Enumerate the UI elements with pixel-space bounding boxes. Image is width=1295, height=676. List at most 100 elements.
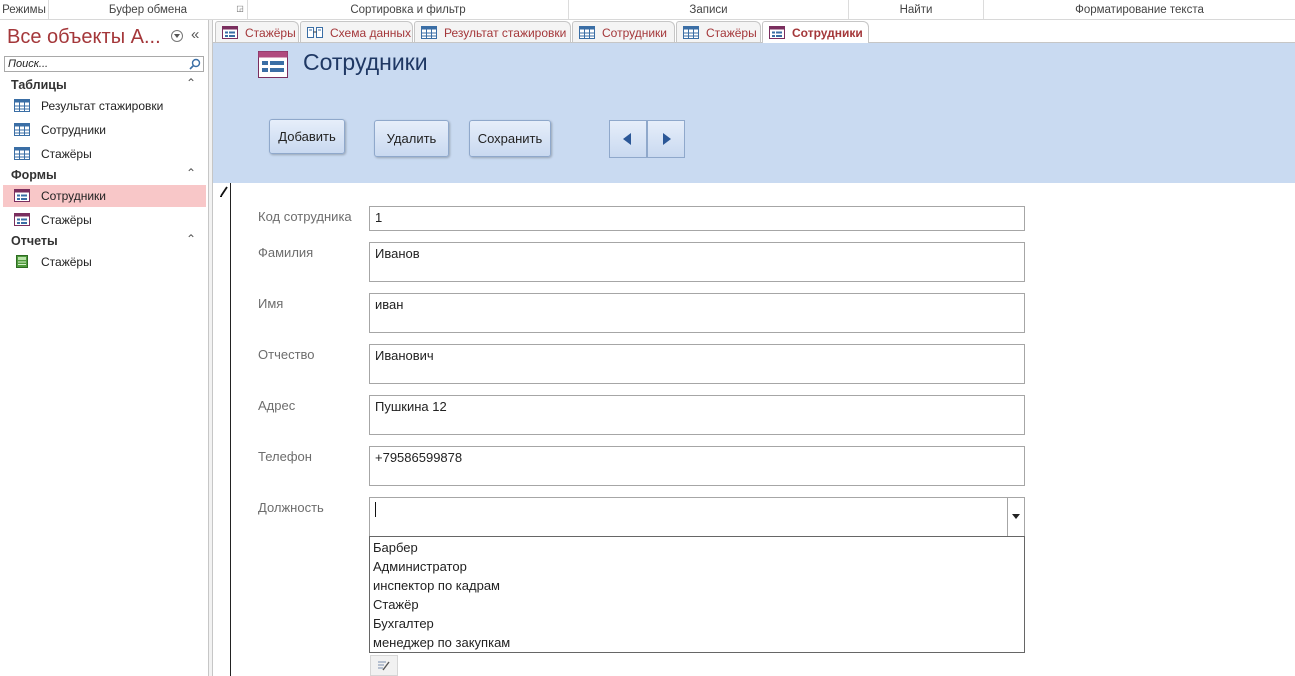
edit-list-items-button[interactable]	[370, 655, 398, 676]
tab-label: Стажёры	[706, 26, 757, 40]
tab-table-interns[interactable]: Стажёры	[676, 21, 761, 42]
ribbon-group-views: Режимы	[0, 0, 49, 19]
search-icon[interactable]	[189, 58, 201, 70]
edit-list-icon	[378, 661, 390, 671]
dropdown-option[interactable]: инспектор по кадрам	[373, 578, 500, 593]
chevron-down-icon[interactable]	[1007, 498, 1024, 536]
field-value: иван	[375, 297, 404, 312]
nav-section-label: Формы	[11, 168, 57, 182]
search-input[interactable]: Поиск...	[8, 58, 48, 70]
nav-item-label: Сотрудники	[41, 123, 106, 137]
field-label-first-name: Имя	[258, 296, 284, 311]
ribbon-group-sort-filter: Сортировка и фильтр	[248, 0, 569, 19]
position-combobox[interactable]	[369, 497, 1025, 537]
tab-label: Сотрудники	[602, 26, 667, 40]
tab-table-employees[interactable]: Сотрудники	[572, 21, 675, 42]
nav-section-reports[interactable]: Отчеты ⌃	[0, 232, 208, 250]
form-header: Сотрудники Добавить Удалить Сохранить	[213, 43, 1295, 183]
employees-form: Сотрудники Добавить Удалить Сохранить Ко…	[213, 43, 1295, 676]
relationships-icon	[307, 27, 323, 38]
employee-id-field[interactable]: 1	[369, 206, 1025, 231]
ribbon-group-labels: Режимы Буфер обмена ◲ Сортировка и фильт…	[0, 0, 1295, 20]
text-cursor	[375, 502, 376, 517]
table-icon	[579, 26, 595, 39]
arrow-right-icon	[663, 133, 671, 145]
field-label-address: Адрес	[258, 398, 296, 413]
position-dropdown-list: Барбер Администратор инспектор по кадрам…	[369, 536, 1025, 653]
form-title: Сотрудники	[303, 49, 428, 75]
phone-field[interactable]: +79586599878	[369, 446, 1025, 486]
table-icon	[14, 123, 30, 136]
document-tab-bar: Стажёры Схема данных Результат стажировк…	[213, 20, 1295, 44]
field-value: Иванович	[375, 348, 434, 363]
collapse-section-icon[interactable]: ⌃	[186, 76, 196, 90]
dropdown-option[interactable]: Администратор	[373, 559, 467, 574]
form-icon	[222, 26, 238, 39]
field-value: Иванов	[375, 246, 420, 261]
table-icon	[683, 26, 699, 39]
add-button[interactable]: Добавить	[269, 119, 345, 154]
table-icon	[14, 99, 30, 112]
nav-item-table-interns[interactable]: Стажёры	[3, 143, 206, 165]
form-icon	[14, 213, 30, 226]
nav-section-tables[interactable]: Таблицы ⌃	[0, 76, 208, 94]
first-name-field[interactable]: иван	[369, 293, 1025, 333]
nav-item-label: Результат стажировки	[41, 99, 164, 113]
dropdown-option[interactable]: менеджер по закупкам	[373, 635, 510, 650]
dropdown-option[interactable]: Бухгалтер	[373, 616, 434, 631]
field-value: Пушкина 12	[375, 399, 447, 414]
field-value: 1	[375, 210, 383, 225]
nav-pane-title[interactable]: Все объекты A...	[7, 26, 161, 49]
ribbon-group-find: Найти	[849, 0, 984, 19]
nav-item-label: Стажёры	[41, 255, 92, 269]
report-icon	[16, 255, 28, 268]
nav-item-label: Стажёры	[41, 213, 92, 227]
nav-search-box[interactable]: Поиск...	[4, 56, 204, 72]
nav-section-forms[interactable]: Формы ⌃	[0, 166, 208, 184]
table-icon	[421, 26, 437, 39]
tab-label: Результат стажировки	[444, 26, 567, 40]
nav-section-label: Таблицы	[11, 78, 67, 92]
nav-pane-menu-button[interactable]	[171, 30, 183, 42]
field-label-employee-id: Код сотрудника	[258, 209, 352, 224]
form-icon	[14, 189, 30, 202]
nav-item-table-internship-result[interactable]: Результат стажировки	[3, 95, 206, 117]
navigation-pane: Все объекты A... « Поиск... Таблицы ⌃ Ре…	[0, 20, 209, 676]
delete-button[interactable]: Удалить	[374, 120, 449, 157]
tab-relationships[interactable]: Схема данных	[300, 21, 413, 42]
dropdown-option[interactable]: Стажёр	[373, 597, 419, 612]
nav-item-form-employees[interactable]: Сотрудники	[3, 185, 206, 207]
address-field[interactable]: Пушкина 12	[369, 395, 1025, 435]
ribbon-group-records: Записи	[569, 0, 849, 19]
ribbon-group-clipboard: Буфер обмена ◲	[49, 0, 248, 19]
collapse-section-icon[interactable]: ⌃	[186, 166, 196, 180]
save-button[interactable]: Сохранить	[469, 120, 551, 157]
dropdown-option[interactable]: Барбер	[373, 540, 418, 555]
collapse-section-icon[interactable]: ⌃	[186, 232, 196, 246]
dialog-launcher-icon[interactable]: ◲	[236, 5, 244, 13]
previous-record-button[interactable]	[609, 120, 647, 158]
tab-form-interns[interactable]: Стажёры	[215, 21, 299, 42]
ribbon-group-clipboard-label: Буфер обмена	[108, 4, 188, 16]
tab-label: Схема данных	[330, 26, 412, 40]
patronymic-field[interactable]: Иванович	[369, 344, 1025, 384]
field-label-last-name: Фамилия	[258, 245, 314, 260]
next-record-button[interactable]	[647, 120, 685, 158]
tab-label: Стажёры	[245, 26, 296, 40]
nav-item-report-interns[interactable]: Стажёры	[3, 251, 206, 273]
nav-collapse-icon[interactable]: «	[191, 26, 199, 43]
tab-table-internship-result[interactable]: Результат стажировки	[414, 21, 571, 42]
table-icon	[14, 147, 30, 160]
tab-label: Сотрудники	[792, 26, 863, 40]
nav-item-label: Стажёры	[41, 147, 92, 161]
nav-section-label: Отчеты	[11, 234, 58, 248]
nav-item-label: Сотрудники	[41, 189, 106, 203]
record-selector[interactable]	[213, 183, 231, 676]
nav-item-table-employees[interactable]: Сотрудники	[3, 119, 206, 141]
nav-item-form-interns[interactable]: Стажёры	[3, 209, 206, 231]
last-name-field[interactable]: Иванов	[369, 242, 1025, 282]
field-value: +79586599878	[375, 450, 463, 465]
tab-form-employees[interactable]: Сотрудники	[762, 21, 869, 44]
field-label-phone: Телефон	[258, 449, 312, 464]
field-label-position: Должность	[258, 500, 324, 515]
